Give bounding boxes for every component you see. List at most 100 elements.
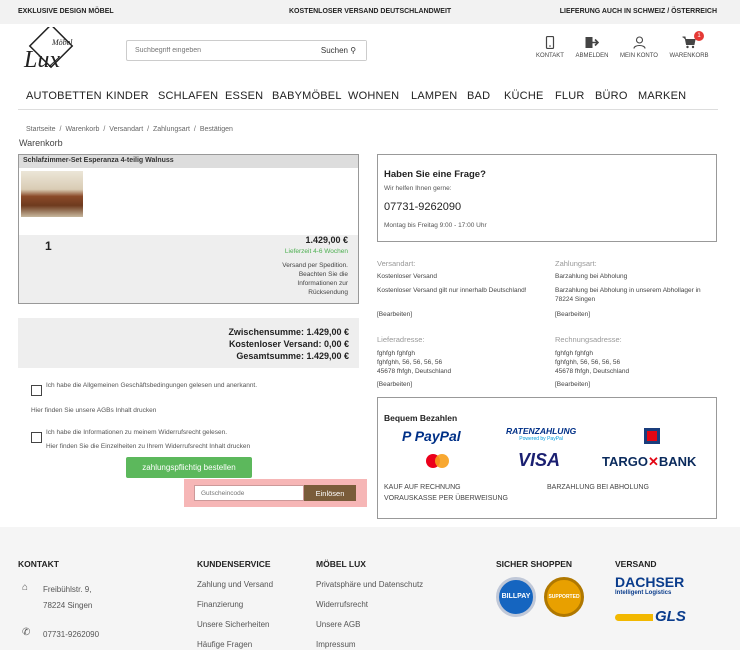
paypal-logo: P PayPal (402, 428, 461, 444)
logo-small-text: Möbel (51, 38, 73, 47)
search-button[interactable]: Suchen ⚲ (311, 41, 366, 60)
cart-count-badge: 1 (694, 31, 704, 41)
payment-methods-box: Bequem Bezahlen P PayPal RATENZAHLUNG Po… (377, 397, 717, 519)
barzahlung: BARZAHLUNG BEI ABHOLUNG (547, 484, 649, 491)
footer-kontakt-heading: KONTAKT (18, 559, 59, 569)
footer-link-sicherheiten[interactable]: Unsere Sicherheiten (197, 620, 269, 629)
billpay-badge[interactable]: BILLPAY (496, 577, 536, 617)
versandart-edit-link[interactable]: [Bearbeiten] (377, 310, 412, 319)
breadcrumb-versandart[interactable]: Versandart (109, 126, 143, 133)
help-phone[interactable]: 07731-9262090 (384, 201, 461, 213)
breadcrumb-startseite[interactable]: Startseite (26, 126, 56, 133)
product-quantity: 1 (45, 239, 52, 253)
zahlungsart-edit-link[interactable]: [Bearbeiten] (555, 310, 590, 319)
help-box: Haben Sie eine Frage? Wir helfen Ihnen g… (377, 154, 717, 242)
nav-item-buero[interactable]: BÜRO (595, 90, 628, 102)
header-contact[interactable]: KONTAKT (526, 36, 574, 59)
nav-item-autobetten[interactable]: AUTOBETTEN (26, 90, 102, 102)
grand-total: Gesamtsumme: 1.429,00 € (236, 351, 349, 361)
product-name[interactable]: Schlafzimmer-Set Esperanza 4-teilig Waln… (19, 155, 358, 168)
widerruf-hint[interactable]: Hier finden Sie die Einzelheiten zu Ihre… (46, 442, 250, 451)
nav-item-kueche[interactable]: KÜCHE (504, 90, 544, 102)
agb-checkbox[interactable] (31, 385, 42, 396)
header-contact-label: KONTAKT (536, 53, 564, 59)
place-order-button[interactable]: zahlungspflichtig bestellen (126, 457, 252, 478)
footer-link-finanzierung[interactable]: Finanzierung (197, 600, 243, 609)
search-input[interactable] (127, 41, 312, 60)
ec-cash-icon (644, 428, 660, 444)
header-account-label: MEIN KONTO (620, 53, 658, 59)
nav-item-schlafen[interactable]: SCHLAFEN (158, 90, 218, 102)
product-availability: Lieferzeit 4-6 Wochen (284, 248, 348, 255)
page-title: Warenkorb (19, 138, 63, 148)
search-button-label: Suchen (320, 46, 349, 55)
lieferadresse-heading: Lieferadresse: (377, 335, 425, 344)
agb-label: Ich habe die Allgemeinen Geschäftsbeding… (46, 382, 258, 389)
nav-item-flur[interactable]: FLUR (555, 90, 585, 102)
footer-link-faq[interactable]: Häufige Fragen (197, 640, 252, 649)
footer-phone[interactable]: 07731-9262090 (43, 630, 99, 639)
footer-link-agb[interactable]: Unsere AGB (316, 620, 360, 629)
lieferadresse-line-1: fghfgh fghfgh (377, 350, 415, 357)
breadcrumb-separator: / (193, 126, 196, 133)
phone-icon (545, 36, 555, 49)
help-subtitle: Wir helfen Ihnen gerne: (384, 185, 452, 192)
topbar-left-text: EXKLUSIVE DESIGN MÖBEL (18, 8, 114, 15)
gls-logo-text: GLS (655, 608, 686, 625)
redeem-coupon-button[interactable]: Einlösen (304, 485, 356, 501)
breadcrumb-warenkorb[interactable]: Warenkorb (65, 126, 99, 133)
main-navigation: AUTOBETTEN KINDER SCHLAFEN ESSEN BABYMÖB… (18, 84, 718, 110)
header-logout[interactable]: ABMELDEN (568, 36, 616, 59)
site-header: Möbel Lux Suchen ⚲ KONTAKT ABMELDEN MEIN… (0, 23, 740, 84)
paypal-supported-badge[interactable]: SUPPORTED (544, 577, 584, 617)
dachser-logo-sub: Intelligent Logistics (615, 590, 672, 596)
paypal-ratenzahlung-logo: RATENZAHLUNG Powered by PayPal (506, 426, 576, 442)
nav-item-wohnen[interactable]: WOHNEN (348, 90, 399, 102)
nav-item-lampen[interactable]: LAMPEN (411, 90, 457, 102)
phone-icon: ✆ (22, 627, 31, 638)
search-icon: ⚲ (350, 46, 357, 55)
nav-item-babymoebel[interactable]: BABYMÖBEL (272, 90, 342, 102)
lieferadresse-line-2: fghfghh, 56, 56, 56, 56 (377, 359, 443, 366)
kauf-auf-rechnung: KAUF AUF RECHNUNG (384, 484, 461, 491)
rechnungsadresse-edit-link[interactable]: [Bearbeiten] (555, 380, 590, 389)
product-image[interactable] (21, 171, 83, 217)
targobank-logo: TARGO✕BANK (602, 454, 697, 469)
header-logout-label: ABMELDEN (575, 53, 609, 59)
header-cart[interactable]: WARENKORB 1 (665, 31, 713, 59)
footer-versand-heading: VERSAND (615, 559, 657, 569)
product-shipping-note: Versand per Spedition. Beachten Sie die … (282, 262, 348, 296)
footer-link-widerrufsrecht[interactable]: Widerrufsrecht (316, 600, 368, 609)
user-icon (632, 36, 646, 49)
widerruf-checkbox[interactable] (31, 432, 42, 443)
coupon-input[interactable] (194, 485, 304, 501)
vorauskasse: VORAUSKASSE PER ÜBERWEISUNG (384, 495, 508, 502)
gls-logo: GLS (615, 608, 689, 628)
nav-item-kinder[interactable]: KINDER (106, 90, 149, 102)
site-logo[interactable]: Möbel Lux (18, 23, 86, 77)
topbar-center-text: KOSTENLOSER VERSAND DEUTSCHLANDWEIT (289, 8, 452, 15)
rechnungsadresse-line-3: 45678 fhfgh, Deutschland (555, 368, 630, 375)
nav-item-marken[interactable]: MARKEN (638, 90, 686, 102)
payment-title: Bequem Bezahlen (384, 413, 458, 423)
nav-item-essen[interactable]: ESSEN (225, 90, 263, 102)
product-price: 1.429,00 € (305, 235, 348, 245)
nav-item-bad[interactable]: BAD (467, 90, 490, 102)
bank-text: BANK (658, 454, 697, 469)
paypal-logo-text: PayPal (414, 428, 461, 444)
footer-link-zahlung-versand[interactable]: Zahlung und Versand (197, 580, 273, 589)
footer-link-datenschutz[interactable]: Privatsphäre und Datenschutz (316, 580, 423, 589)
agb-hint[interactable]: Hier finden Sie unsere AGBs Inhalt druck… (31, 406, 156, 415)
cart-item-box: Schlafzimmer-Set Esperanza 4-teilig Waln… (18, 154, 359, 304)
header-account[interactable]: MEIN KONTO (615, 36, 663, 59)
footer-link-impressum[interactable]: Impressum (316, 640, 356, 649)
breadcrumb-separator: / (59, 126, 62, 133)
rechnungsadresse-heading: Rechnungsadresse: (555, 335, 622, 344)
shipping-cost: Kostenloser Versand: 0,00 € (228, 339, 349, 349)
lieferadresse-edit-link[interactable]: [Bearbeiten] (377, 380, 412, 389)
home-icon: ⌂ (22, 582, 29, 593)
footer-moebellux-heading: MÖBEL LUX (316, 559, 366, 569)
footer-sicher-heading: SICHER SHOPPEN (496, 559, 573, 569)
breadcrumb-zahlungsart[interactable]: Zahlungsart (153, 126, 190, 133)
subtotal: Zwischensumme: 1.429,00 € (228, 327, 349, 337)
